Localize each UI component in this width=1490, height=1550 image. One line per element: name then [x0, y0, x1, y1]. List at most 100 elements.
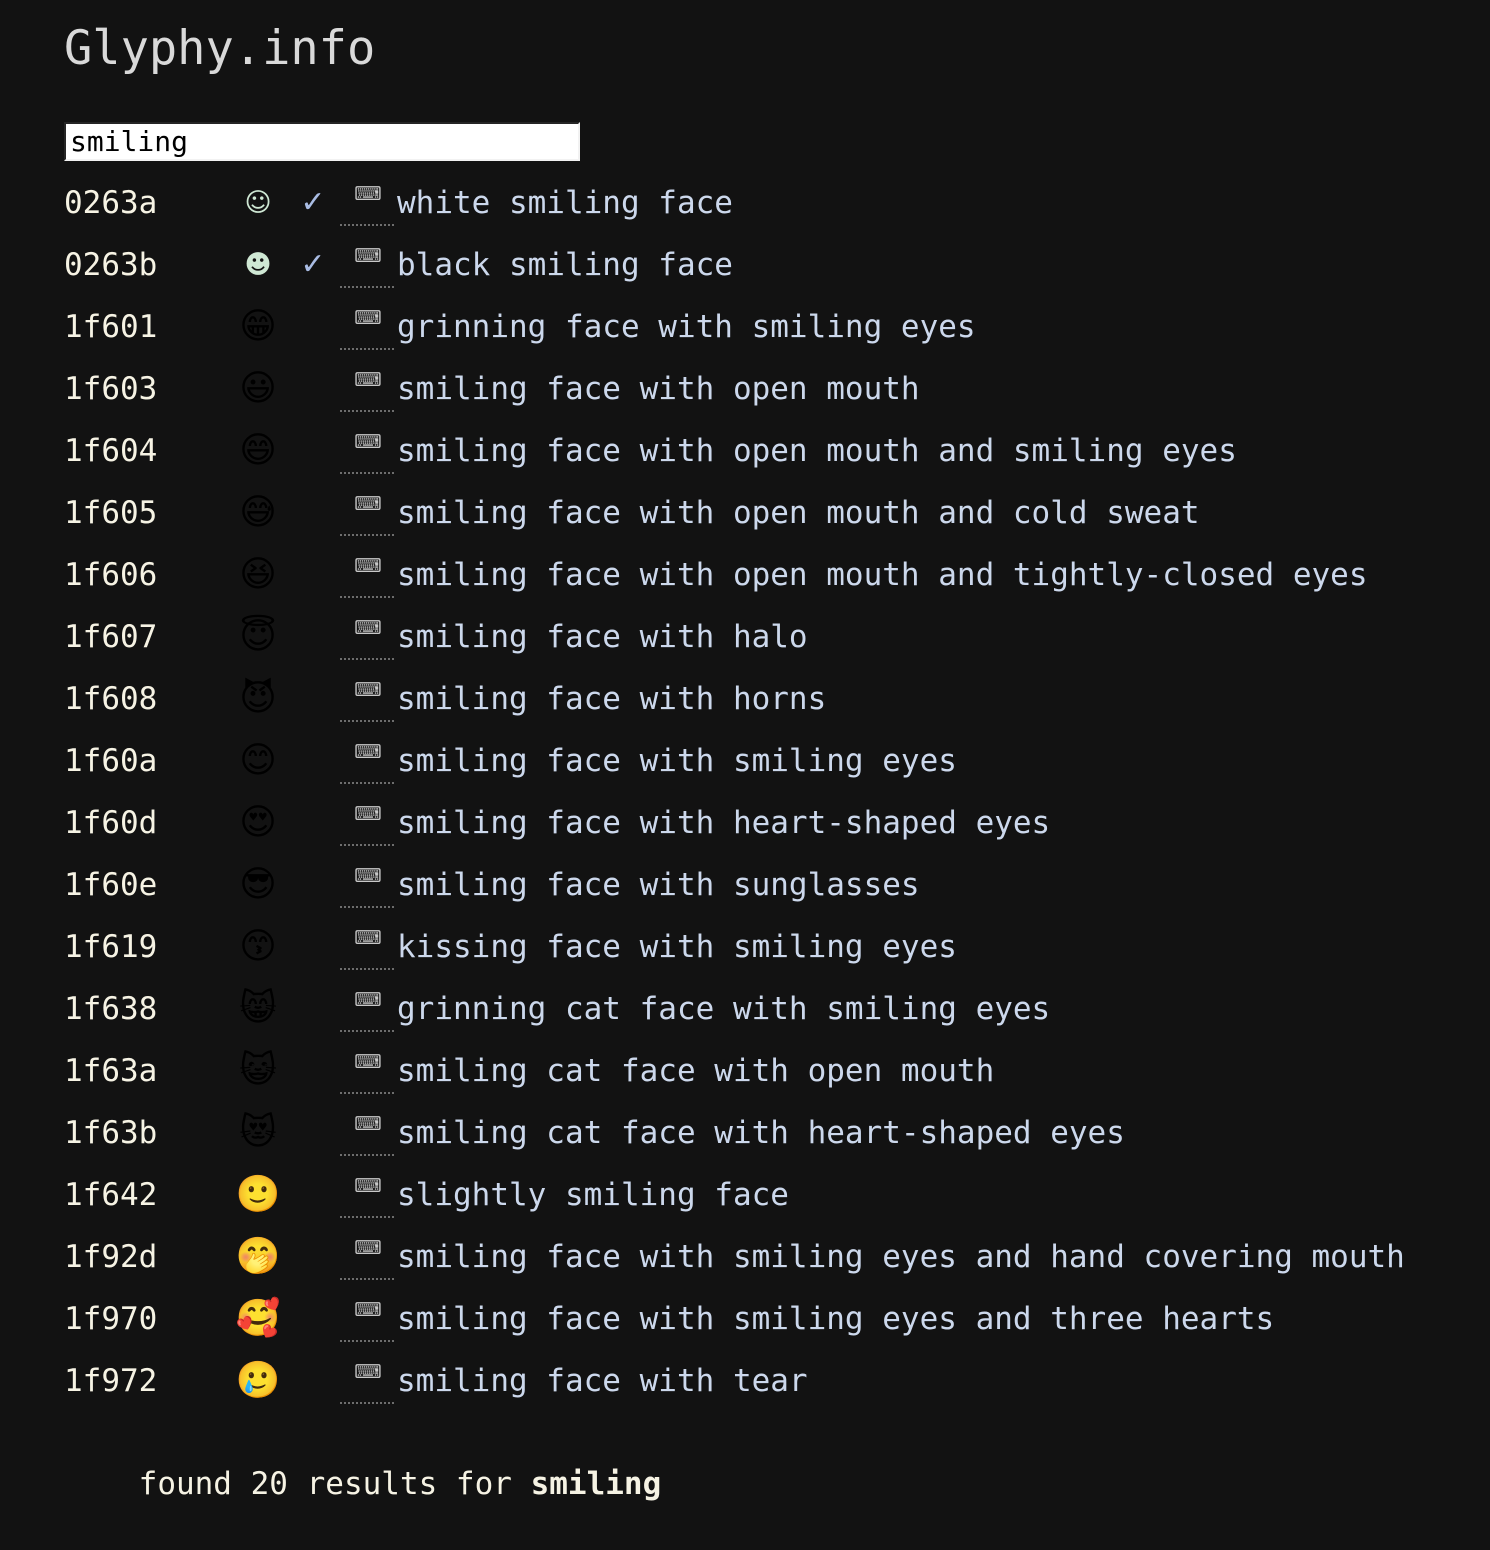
table-row[interactable]: 1f60a 😊 ⌨ smiling face with smiling eyes — [64, 730, 1464, 792]
keyboard-icon[interactable]: ⌨ — [354, 358, 381, 402]
glyph-character: 🤭 — [235, 1236, 281, 1277]
glyph-preview[interactable]: ☻ — [229, 234, 287, 296]
keyboard-icon-cell[interactable]: ⌨ — [339, 978, 397, 1040]
glyph-preview[interactable]: 🙂 — [229, 1164, 287, 1226]
keyboard-icon[interactable]: ⌨ — [354, 1164, 381, 1208]
glyph-preview[interactable]: 😆 — [229, 544, 287, 606]
keyboard-icon[interactable]: ⌨ — [354, 1288, 381, 1332]
table-row[interactable]: 1f601 😁 ⌨ grinning face with smiling eyes — [64, 296, 1464, 358]
keyboard-icon-cell[interactable]: ⌨ — [339, 730, 397, 792]
glyph-preview[interactable]: 😊 — [229, 730, 287, 792]
page-title: Glyphy.info — [64, 21, 376, 76]
keyboard-icon[interactable]: ⌨ — [354, 420, 381, 464]
table-row[interactable]: 1f603 😃 ⌨ smiling face with open mouth — [64, 358, 1464, 420]
keyboard-icon[interactable]: ⌨ — [354, 792, 381, 836]
keyboard-icon-cell[interactable]: ⌨ — [339, 1226, 397, 1288]
keyboard-icon[interactable]: ⌨ — [354, 234, 381, 278]
keyboard-icon[interactable]: ⌨ — [354, 668, 381, 712]
keyboard-icon-cell[interactable]: ⌨ — [339, 482, 397, 544]
glyph-description: smiling face with heart-shaped eyes — [397, 805, 1051, 841]
keyboard-icon-cell[interactable]: ⌨ — [339, 1288, 397, 1350]
keyboard-icon[interactable]: ⌨ — [354, 854, 381, 898]
table-row[interactable]: 0263b ☻ ✓ ⌨ black smiling face — [64, 234, 1464, 296]
glyph-preview[interactable]: 😻 — [229, 1102, 287, 1164]
glyph-preview[interactable]: 🥰 — [229, 1288, 287, 1350]
keyboard-icon-underline — [340, 596, 394, 598]
keyboard-icon[interactable]: ⌨ — [354, 730, 381, 774]
table-row[interactable]: 1f619 😙 ⌨ kissing face with smiling eyes — [64, 916, 1464, 978]
codepoint-label: 1f92d — [64, 1239, 158, 1275]
keyboard-icon-cell[interactable]: ⌨ — [339, 234, 397, 296]
glyph-preview[interactable]: 😍 — [229, 792, 287, 854]
search-field-wrapper — [64, 122, 580, 161]
check-placeholder — [287, 544, 339, 606]
codepoint-label: 1f608 — [64, 681, 158, 717]
glyph-preview[interactable]: 😙 — [229, 916, 287, 978]
keyboard-icon[interactable]: ⌨ — [354, 1040, 381, 1084]
keyboard-icon-underline — [340, 658, 394, 660]
glyph-preview[interactable]: 😺 — [229, 1040, 287, 1102]
keyboard-icon-cell[interactable]: ⌨ — [339, 296, 397, 358]
table-row[interactable]: 1f63a 😺 ⌨ smiling cat face with open mouth — [64, 1040, 1464, 1102]
keyboard-icon-cell[interactable]: ⌨ — [339, 916, 397, 978]
keyboard-icon[interactable]: ⌨ — [354, 172, 381, 216]
keyboard-icon-cell[interactable]: ⌨ — [339, 792, 397, 854]
keyboard-icon-cell[interactable]: ⌨ — [339, 854, 397, 916]
table-row[interactable]: 1f608 😈 ⌨ smiling face with horns — [64, 668, 1464, 730]
table-row[interactable]: 1f970 🥰 ⌨ smiling face with smiling eyes an… — [64, 1288, 1464, 1350]
keyboard-icon[interactable]: ⌨ — [354, 606, 381, 650]
glyph-preview[interactable]: 😄 — [229, 420, 287, 482]
glyph-preview[interactable]: 😇 — [229, 606, 287, 668]
glyph-preview[interactable]: 😎 — [229, 854, 287, 916]
glyph-preview[interactable]: ☺ — [229, 172, 287, 234]
keyboard-icon-cell[interactable]: ⌨ — [339, 544, 397, 606]
keyboard-icon-cell[interactable]: ⌨ — [339, 172, 397, 234]
results-summary: found 20 results for smiling — [64, 1418, 662, 1550]
keyboard-icon-cell[interactable]: ⌨ — [339, 668, 397, 730]
keyboard-icon[interactable]: ⌨ — [354, 296, 381, 340]
glyph-preview[interactable]: 😁 — [229, 296, 287, 358]
keyboard-icon-cell[interactable]: ⌨ — [339, 420, 397, 482]
table-row[interactable]: 1f60e 😎 ⌨ smiling face with sunglasses — [64, 854, 1464, 916]
keyboard-icon-cell[interactable]: ⌨ — [339, 1040, 397, 1102]
table-row[interactable]: 1f642 🙂 ⌨ slightly smiling face — [64, 1164, 1464, 1226]
keyboard-icon-cell[interactable]: ⌨ — [339, 1350, 397, 1412]
glyph-preview[interactable]: 😈 — [229, 668, 287, 730]
glyph-preview[interactable]: 😸 — [229, 978, 287, 1040]
keyboard-icon-cell[interactable]: ⌨ — [339, 606, 397, 668]
keyboard-icon[interactable]: ⌨ — [354, 1226, 381, 1270]
table-row[interactable]: 1f92d 🤭 ⌨ smiling face with smiling eyes an… — [64, 1226, 1464, 1288]
keyboard-icon[interactable]: ⌨ — [354, 544, 381, 588]
table-row[interactable]: 1f604 😄 ⌨ smiling face with open mouth and … — [64, 420, 1464, 482]
keyboard-icon-cell[interactable]: ⌨ — [339, 1164, 397, 1226]
glyph-preview[interactable]: 😅 — [229, 482, 287, 544]
table-row[interactable]: 0263a ☺ ✓ ⌨ white smiling face — [64, 172, 1464, 234]
check-placeholder — [287, 1350, 339, 1412]
keyboard-icon[interactable]: ⌨ — [354, 482, 381, 526]
table-row[interactable]: 1f972 🥲 ⌨ smiling face with tear — [64, 1350, 1464, 1412]
glyph-description: grinning cat face with smiling eyes — [397, 991, 1051, 1027]
glyph-character: 😸 — [239, 988, 277, 1029]
codepoint-label: 1f605 — [64, 495, 158, 531]
keyboard-icon[interactable]: ⌨ — [354, 1350, 381, 1394]
table-row[interactable]: 1f607 😇 ⌨ smiling face with halo — [64, 606, 1464, 668]
keyboard-icon[interactable]: ⌨ — [354, 1102, 381, 1146]
glyph-character: 😙 — [239, 926, 277, 967]
keyboard-icon[interactable]: ⌨ — [354, 916, 381, 960]
keyboard-icon[interactable]: ⌨ — [354, 978, 381, 1022]
check-placeholder — [287, 978, 339, 1040]
table-row[interactable]: 1f605 😅 ⌨ smiling face with open mouth and … — [64, 482, 1464, 544]
table-row[interactable]: 1f606 😆 ⌨ smiling face with open mouth and … — [64, 544, 1464, 606]
keyboard-icon-cell[interactable]: ⌨ — [339, 1102, 397, 1164]
table-row[interactable]: 1f638 😸 ⌨ grinning cat face with smiling ey… — [64, 978, 1464, 1040]
search-input[interactable] — [64, 122, 580, 161]
table-row[interactable]: 1f63b 😻 ⌨ smiling cat face with heart-shape… — [64, 1102, 1464, 1164]
glyph-preview[interactable]: 🤭 — [229, 1226, 287, 1288]
table-row[interactable]: 1f60d 😍 ⌨ smiling face with heart-shaped ey… — [64, 792, 1464, 854]
glyph-description: smiling face with smiling eyes and hand … — [397, 1239, 1405, 1275]
glyph-preview[interactable]: 🥲 — [229, 1350, 287, 1412]
keyboard-icon-cell[interactable]: ⌨ — [339, 358, 397, 420]
keyboard-icon-underline — [340, 1278, 394, 1280]
glyph-preview[interactable]: 😃 — [229, 358, 287, 420]
keyboard-icon-underline — [340, 1340, 394, 1342]
